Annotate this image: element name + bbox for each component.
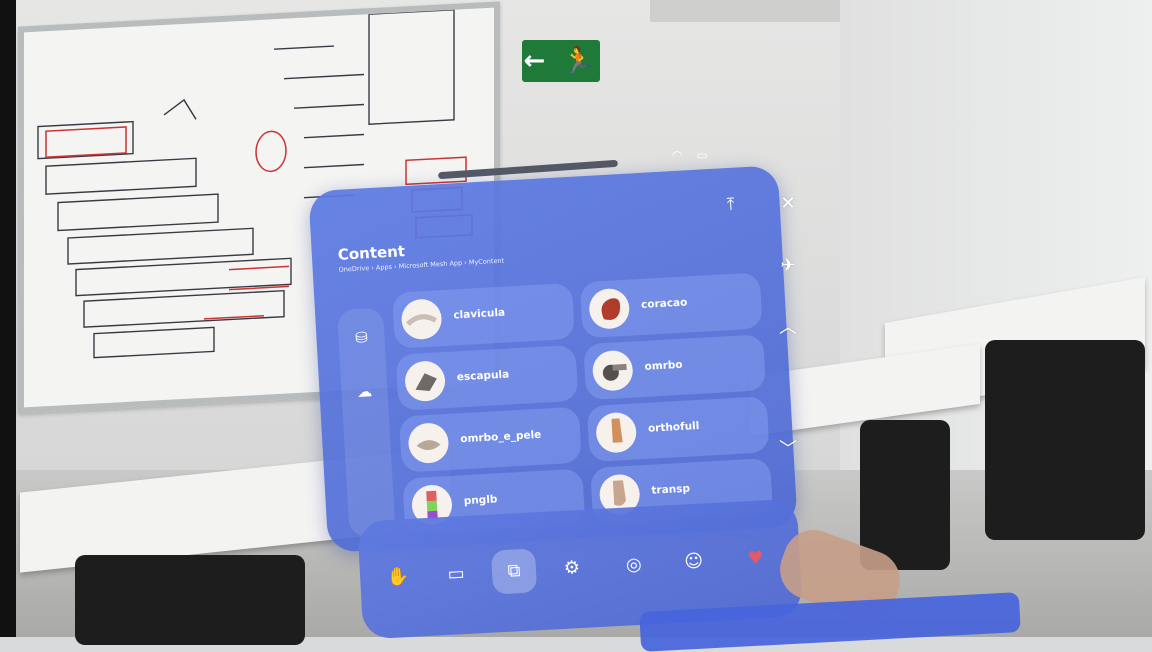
scroll-up-icon[interactable]: ︿ bbox=[774, 314, 802, 342]
pin-icon[interactable]: ✈ bbox=[774, 252, 802, 280]
item-label: clavicula bbox=[453, 306, 506, 322]
panel-title: Content bbox=[337, 242, 406, 264]
model-thumbnail bbox=[400, 298, 443, 341]
exit-sign: ← 🏃 bbox=[522, 40, 600, 82]
item-label: omrbo bbox=[644, 358, 683, 373]
avatar-icon[interactable]: ☺ bbox=[671, 539, 717, 585]
hand-menu-icon[interactable]: ✋ bbox=[375, 554, 421, 600]
wifi-icon: ◠ bbox=[672, 148, 697, 162]
toolbox-icon[interactable]: ▭ bbox=[433, 551, 479, 597]
model-thumbnail bbox=[403, 360, 447, 403]
settings-icon[interactable]: ⚙ bbox=[549, 545, 595, 591]
chair-front bbox=[75, 555, 305, 645]
close-icon[interactable]: ✕ bbox=[774, 190, 802, 218]
item-label: orthofull bbox=[647, 419, 700, 435]
frame-edge bbox=[0, 0, 16, 637]
model-thumbnail bbox=[595, 411, 638, 454]
content-icon[interactable]: ⧉ bbox=[490, 548, 538, 595]
chair-back bbox=[860, 420, 950, 570]
battery-icon: ▭ bbox=[696, 148, 722, 162]
chair-right bbox=[985, 340, 1145, 540]
item-label: pnglb bbox=[463, 493, 498, 508]
3d-objects-icon[interactable]: ⛁ bbox=[346, 322, 378, 354]
model-thumbnail bbox=[407, 421, 450, 465]
pin-to-top-icon[interactable]: ⤒ bbox=[719, 193, 742, 216]
cloud-icon[interactable]: ☁ bbox=[349, 376, 381, 408]
list-item[interactable]: orthofull bbox=[586, 396, 770, 463]
list-item[interactable]: escapula bbox=[395, 344, 579, 411]
list-item[interactable]: clavicula bbox=[392, 282, 575, 349]
target-icon[interactable]: ◎ bbox=[611, 542, 657, 588]
item-label: escapula bbox=[456, 368, 510, 384]
item-label: omrbo_e_pele bbox=[460, 428, 542, 446]
content-panel: ⤒ Content OneDrive › Apps › Microsoft Me… bbox=[308, 165, 798, 553]
reaction-icon[interactable]: ♥ bbox=[733, 536, 779, 582]
panel-side-controls: ✕ ✈ ︿ ﹀ bbox=[774, 190, 814, 460]
mixed-reality-scene: ← 🏃 ◠▭ ⤒ Content OneDrive › Apps › Micro… bbox=[0, 0, 1152, 652]
status-icons: ◠▭ bbox=[672, 148, 722, 162]
list-item[interactable]: omrbo_e_pele bbox=[398, 406, 582, 473]
list-item[interactable]: omrbo bbox=[583, 334, 767, 401]
item-label: coracao bbox=[640, 296, 688, 311]
scroll-down-icon[interactable]: ﹀ bbox=[774, 436, 802, 464]
item-label: transp bbox=[651, 482, 691, 497]
content-source-rail: ⛁ ☁ bbox=[336, 307, 396, 538]
list-item[interactable]: coracao bbox=[579, 272, 763, 339]
model-thumbnail bbox=[588, 287, 631, 330]
model-thumbnail bbox=[591, 349, 634, 392]
